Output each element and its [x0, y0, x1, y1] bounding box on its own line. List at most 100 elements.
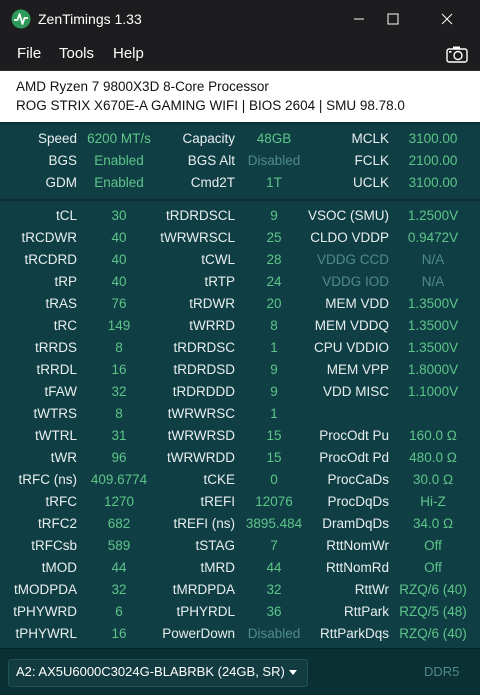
value-trdrddd: 9: [270, 384, 278, 399]
timing-row: tRCDRD 40 tCWL 28 VDDG CCD N/A: [0, 249, 480, 271]
value-tmrdpda: 32: [266, 582, 282, 597]
menu-bar: File Tools Help: [0, 38, 480, 71]
value-procodt-pu: 160.0 Ω: [409, 428, 457, 443]
close-icon: [441, 13, 453, 25]
value-vddg-ccd: N/A: [421, 252, 445, 267]
value-trfc-ns: 409.6774: [90, 472, 148, 487]
value-trefi-ns: 3895.484: [245, 516, 303, 531]
value-proccads: 30.0 Ω: [412, 472, 454, 487]
value-cldo-vddp: 0.9472V: [407, 230, 459, 245]
value-rttnomwr: Off: [424, 538, 442, 553]
value-procdqds: Hi-Z: [420, 494, 446, 509]
close-button[interactable]: [424, 0, 470, 38]
timing-row: GDM Enabled Cmd2T 1T UCLK 3100.00: [0, 172, 480, 194]
value-tras: 76: [111, 296, 127, 311]
timing-row: tRRDL 16 tRDRDSD 9 MEM VPP 1.8000V: [0, 359, 480, 381]
timing-row: tFAW 32 tRDRDDD 9 VDD MISC 1.1000V: [0, 381, 480, 403]
value-trefi: 12076: [255, 494, 293, 509]
value-tcl: 30: [111, 208, 127, 223]
value-trdwr: 20: [266, 296, 282, 311]
value-twrwrsc: 1: [270, 406, 278, 421]
value-capacity: 48GB: [256, 131, 292, 146]
value-twr: 96: [111, 450, 127, 465]
chevron-down-icon: [289, 670, 297, 675]
value-vsoc-smu: 1.2500V: [407, 208, 459, 223]
value-twrwrsd: 15: [266, 428, 282, 443]
value-cpu-vddio: 1.3500V: [407, 340, 459, 355]
value-tphyrdl: 36: [266, 604, 282, 619]
divider: [0, 199, 480, 201]
timing-row: Speed 6200 MT/s Capacity 48GB MCLK 3100.00: [0, 128, 480, 150]
divider: [0, 122, 480, 124]
value-trfcsb: 589: [107, 538, 131, 553]
value-tphywrl: 16: [111, 626, 127, 641]
timing-row: tCL 30 tRDRDSCL 9 VSOC (SMU) 1.2500V: [0, 205, 480, 227]
value-uclk: 3100.00: [408, 175, 458, 190]
menu-tools[interactable]: Tools: [59, 45, 94, 62]
window-title: ZenTimings 1.33: [38, 11, 142, 27]
value-tstag: 7: [270, 538, 278, 553]
title-bar: ZenTimings 1.33: [0, 0, 480, 38]
value-rttwr: RZQ/6 (40): [399, 582, 467, 597]
value-trrds: 8: [115, 340, 123, 355]
value-trp: 40: [111, 274, 127, 289]
maximize-button[interactable]: [370, 0, 416, 38]
value-trtp: 24: [266, 274, 282, 289]
timing-row: tRCDWR 40 tWRWRSCL 25 CLDO VDDP 0.9472V: [0, 227, 480, 249]
value-procodt-pd: 480.0 Ω: [409, 450, 457, 465]
screenshot-camera-icon[interactable]: [446, 45, 468, 63]
value-rttnomrd: Off: [424, 560, 442, 575]
timing-row: tMODPDA 32 tMRDPDA 32 RttWr RZQ/6 (40): [0, 579, 480, 601]
timing-row: tWR 96 tWRWRDD 15 ProcOdt Pd 480.0 Ω: [0, 447, 480, 469]
value-bgs-alt: Disabled: [247, 153, 301, 168]
memory-type-label: DDR5: [424, 664, 460, 679]
maximize-icon: [387, 13, 399, 25]
value-tmod: 44: [111, 560, 127, 575]
timing-row: tWTRS 8 tWRWRSC 1: [0, 403, 480, 425]
dimm-selector[interactable]: A2: AX5U6000C3024G-BLABRBK (24GB, SR): [8, 659, 308, 687]
value-dramdqds: 34.0 Ω: [412, 516, 454, 531]
dimm-selected-value: A2: AX5U6000C3024G-BLABRBK (24GB, SR): [16, 664, 285, 679]
value-twtrl: 31: [111, 428, 127, 443]
value-mclk: 3100.00: [408, 131, 458, 146]
timing-row: tRFC 1270 tREFI 12076 ProcDqDs Hi-Z: [0, 491, 480, 513]
value-bgs: Enabled: [94, 153, 144, 168]
value-trfc: 1270: [103, 494, 135, 509]
timing-row: tRP 40 tRTP 24 VDDG IOD N/A: [0, 271, 480, 293]
value-mem-vddq: 1.3500V: [407, 318, 459, 333]
timing-row: tWTRL 31 tWRWRSD 15 ProcOdt Pu 160.0 Ω: [0, 425, 480, 447]
cpu-name: AMD Ryzen 7 9800X3D 8-Core Processor: [16, 79, 269, 94]
value-rttpark: RZQ/5 (48): [399, 604, 467, 619]
minimize-icon: [354, 18, 364, 20]
value-vddg-iod: N/A: [421, 274, 445, 289]
timing-row: tRFC (ns) 409.6774 tCKE 0 ProcCaDs 30.0 Ω: [0, 469, 480, 491]
timing-row: tMOD 44 tMRD 44 RttNomRd Off: [0, 557, 480, 579]
value-speed: 6200 MT/s: [87, 131, 151, 146]
value-cmd2t: 1T: [266, 175, 282, 190]
menu-file[interactable]: File: [17, 45, 41, 62]
value-gdm: Enabled: [94, 175, 144, 190]
value-twtrs: 8: [115, 406, 123, 421]
menu-help[interactable]: Help: [113, 45, 144, 62]
value-tcke: 0: [270, 472, 278, 487]
value-trdrdsd: 9: [270, 362, 278, 377]
system-info-panel: AMD Ryzen 7 9800X3D 8-Core Processor ROG…: [0, 71, 480, 122]
status-bar: A2: AX5U6000C3024G-BLABRBK (24GB, SR) DD…: [0, 648, 480, 695]
value-tmodpda: 32: [111, 582, 127, 597]
value-twrwrdd: 15: [266, 450, 282, 465]
value-vdd-misc: 1.1000V: [407, 384, 459, 399]
timing-row: tRC 149 tWRRD 8 MEM VDDQ 1.3500V: [0, 315, 480, 337]
app-logo-icon: [11, 9, 31, 29]
value-trc: 149: [107, 318, 131, 333]
value-tmrd: 44: [266, 560, 282, 575]
value-trfc2: 682: [107, 516, 131, 531]
value-trcdrd: 40: [111, 252, 127, 267]
timing-row: tPHYWRL 16 PowerDown Disabled RttParkDqs RZQ/…: [0, 623, 480, 645]
value-fclk: 2100.00: [408, 153, 458, 168]
value-trrdl: 16: [111, 362, 127, 377]
value-powerdown: Disabled: [247, 626, 301, 641]
board-info: ROG STRIX X670E-A GAMING WIFI | BIOS 260…: [16, 98, 405, 113]
timing-row: tRFC2 682 tREFI (ns) 3895.484 DramDqDs 34.0 Ω: [0, 513, 480, 535]
value-mem-vdd: 1.3500V: [407, 296, 459, 311]
timing-row: tRRDS 8 tRDRDSC 1 CPU VDDIO 1.3500V: [0, 337, 480, 359]
